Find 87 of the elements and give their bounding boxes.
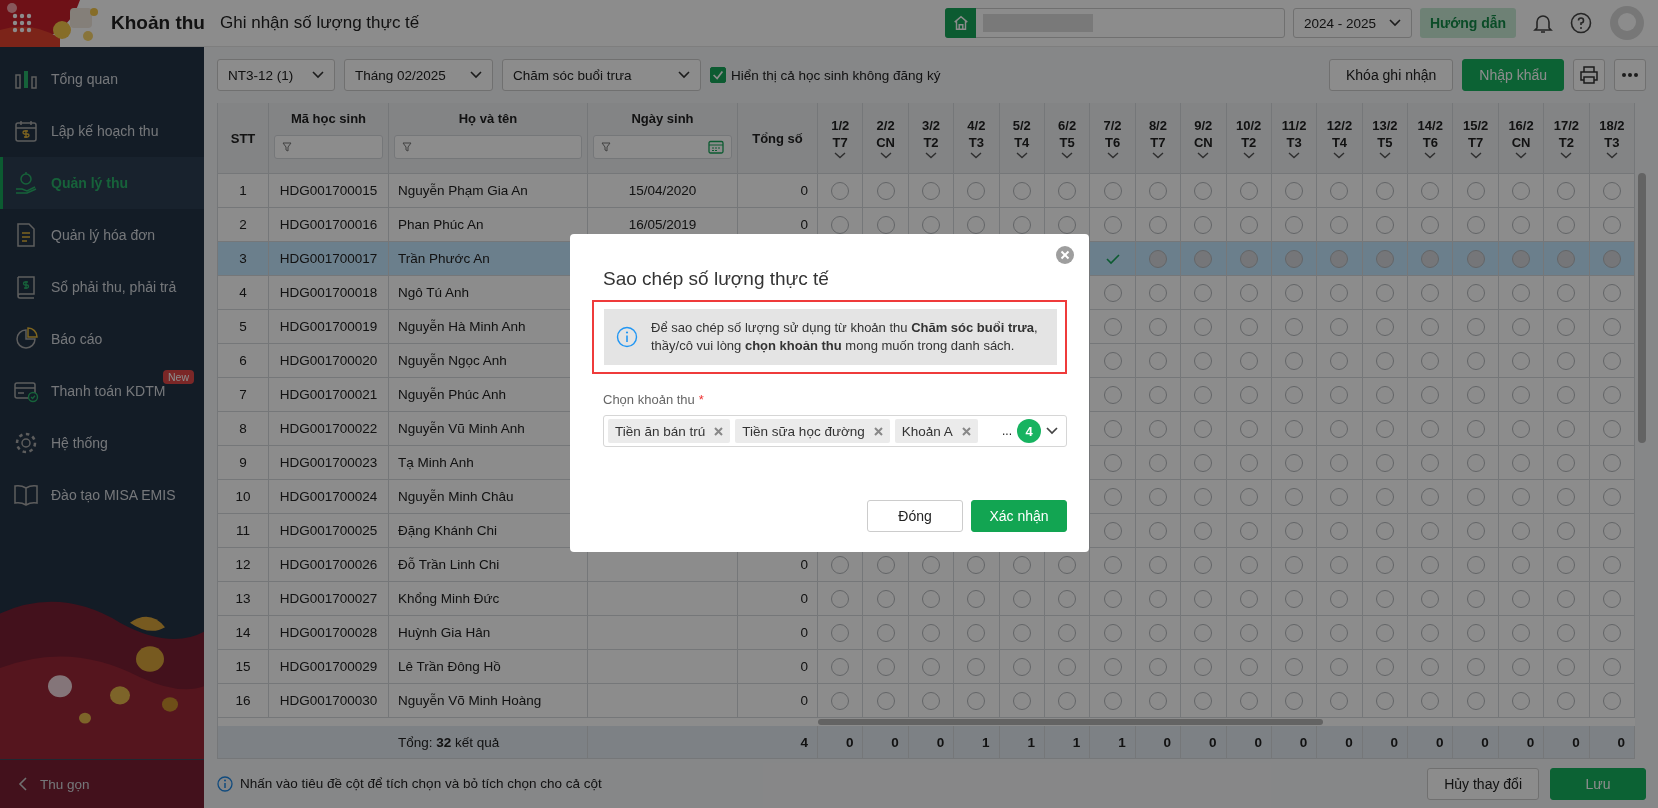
table-cell: HDG001700024 [279, 489, 378, 504]
table-cell: 0 [1526, 734, 1535, 750]
table-cell: 11 [236, 523, 250, 538]
table-cell: HDG001700028 [279, 625, 378, 640]
table-cell: HDG001700029 [279, 659, 378, 674]
table-cell: 0 [1209, 734, 1217, 750]
table-cell: 1 [1118, 734, 1126, 750]
table-cell: HDG001700027 [279, 591, 378, 606]
table-cell: Lê Trần Đông Hồ [398, 659, 501, 674]
table-cell: 1 [1027, 734, 1035, 750]
table-cell: 0 [1435, 734, 1444, 750]
table-cell: Nguyễn Hà Minh Anh [398, 319, 526, 334]
table-cell: 0 [1345, 734, 1353, 750]
new-badge: New [163, 370, 194, 384]
required-mark: * [698, 392, 704, 407]
table-cell: HDG001700019 [279, 319, 378, 334]
table-cell: 0 [800, 591, 808, 606]
result-count: Tổng: 32 kết quả [398, 734, 500, 750]
table-cell: 16/05/2019 [628, 217, 697, 232]
more-indicator: ... [1002, 424, 1012, 438]
table-cell: 1 [239, 183, 247, 198]
table-cell: Phan Phúc An [398, 217, 484, 232]
table-cell: 15 [235, 659, 251, 674]
table-cell: HDG001700016 [279, 217, 378, 232]
table-cell: HDG001700017 [279, 251, 378, 266]
table-cell: 6 [239, 353, 247, 368]
table-cell: 9 [239, 455, 247, 470]
table-cell: Đỗ Trần Linh Chi [398, 557, 500, 572]
table-cell: 7 [239, 387, 247, 402]
table-cell: 0 [936, 734, 945, 750]
table-cell: 15/04/2020 [628, 183, 697, 198]
table-cell: Nguyễn Phúc Anh [398, 387, 507, 402]
hint-text: Nhấn vào tiêu đề cột để tích chọn và bỏ tích chọn cho cả cột [240, 776, 602, 791]
table-cell: 16 [235, 693, 251, 708]
table-cell: 5 [239, 319, 247, 334]
table-cell: 4 [800, 734, 808, 750]
table-cell: HDG001700023 [279, 455, 378, 470]
table-cell: 0 [1572, 734, 1580, 750]
table-cell: Nguyễn Minh Châu [398, 489, 514, 504]
table-cell: 0 [1617, 734, 1626, 750]
table-cell: 13 [235, 591, 251, 606]
table-cell: HDG001700030 [279, 693, 378, 708]
dialog-title: Sao chép số lượng thực tế [602, 268, 829, 290]
table-cell: 4 [239, 285, 247, 300]
table-cell: 0 [845, 734, 854, 750]
table-cell: Ngô Tú Anh [398, 285, 470, 300]
table-cell: Huỳnh Gia Hân [398, 625, 491, 640]
table-cell: Khổng Minh Đức [398, 591, 500, 606]
table-cell: Nguyễn Vũ Minh Anh [398, 421, 525, 436]
table-cell: HDG001700025 [279, 523, 378, 538]
table-cell: HDG001700020 [279, 353, 378, 368]
table-cell: Trần Phước An [398, 251, 490, 266]
table-cell: Nguyễn Ngọc Anh [398, 353, 507, 368]
table-cell: Nguyễn Võ Minh Hoàng [398, 693, 542, 708]
table-cell: HDG001700022 [279, 421, 378, 436]
table-cell: 0 [1299, 734, 1308, 750]
checkbox-label: Hiển thị cả học sinh không đăng ký [731, 67, 941, 83]
table-cell: 2 [239, 217, 247, 232]
table-cell: 0 [1254, 734, 1262, 750]
table-cell: 0 [800, 217, 808, 232]
table-cell: 0 [800, 625, 808, 640]
table-cell: HDG001700015 [279, 183, 378, 198]
table-cell: 0 [891, 734, 899, 750]
table-cell: HDG001700021 [279, 387, 378, 402]
field-label: Chọn khoản thu [603, 392, 695, 407]
table-cell: 1 [1072, 734, 1081, 750]
table-cell: 0 [1481, 734, 1489, 750]
table-cell: 0 [800, 659, 808, 674]
table-cell: HDG001700018 [279, 285, 378, 300]
table-cell: Nguyễn Phạm Gia An [398, 183, 528, 198]
table-cell: 0 [1163, 734, 1172, 750]
count-badge: 4 [1017, 419, 1041, 443]
page-title: Ghi nhận số lượng thực tế [220, 13, 420, 33]
table-cell: HDG001700026 [279, 557, 378, 572]
table-cell: 1 [982, 734, 990, 750]
table-cell: Tạ Minh Anh [398, 455, 474, 470]
table-cell: 8 [239, 421, 247, 436]
table-cell: 10 [235, 489, 251, 504]
table-cell: 0 [800, 693, 808, 708]
table-cell: 14 [235, 625, 251, 640]
table-cell: Đặng Khánh Chi [398, 523, 498, 538]
app-title: Khoản thu [111, 12, 205, 34]
table-cell: 0 [800, 183, 808, 198]
table-cell: 12 [235, 557, 251, 572]
table-cell: 3 [239, 251, 247, 266]
table-cell: 0 [1390, 734, 1399, 750]
table-cell: 0 [800, 557, 808, 572]
